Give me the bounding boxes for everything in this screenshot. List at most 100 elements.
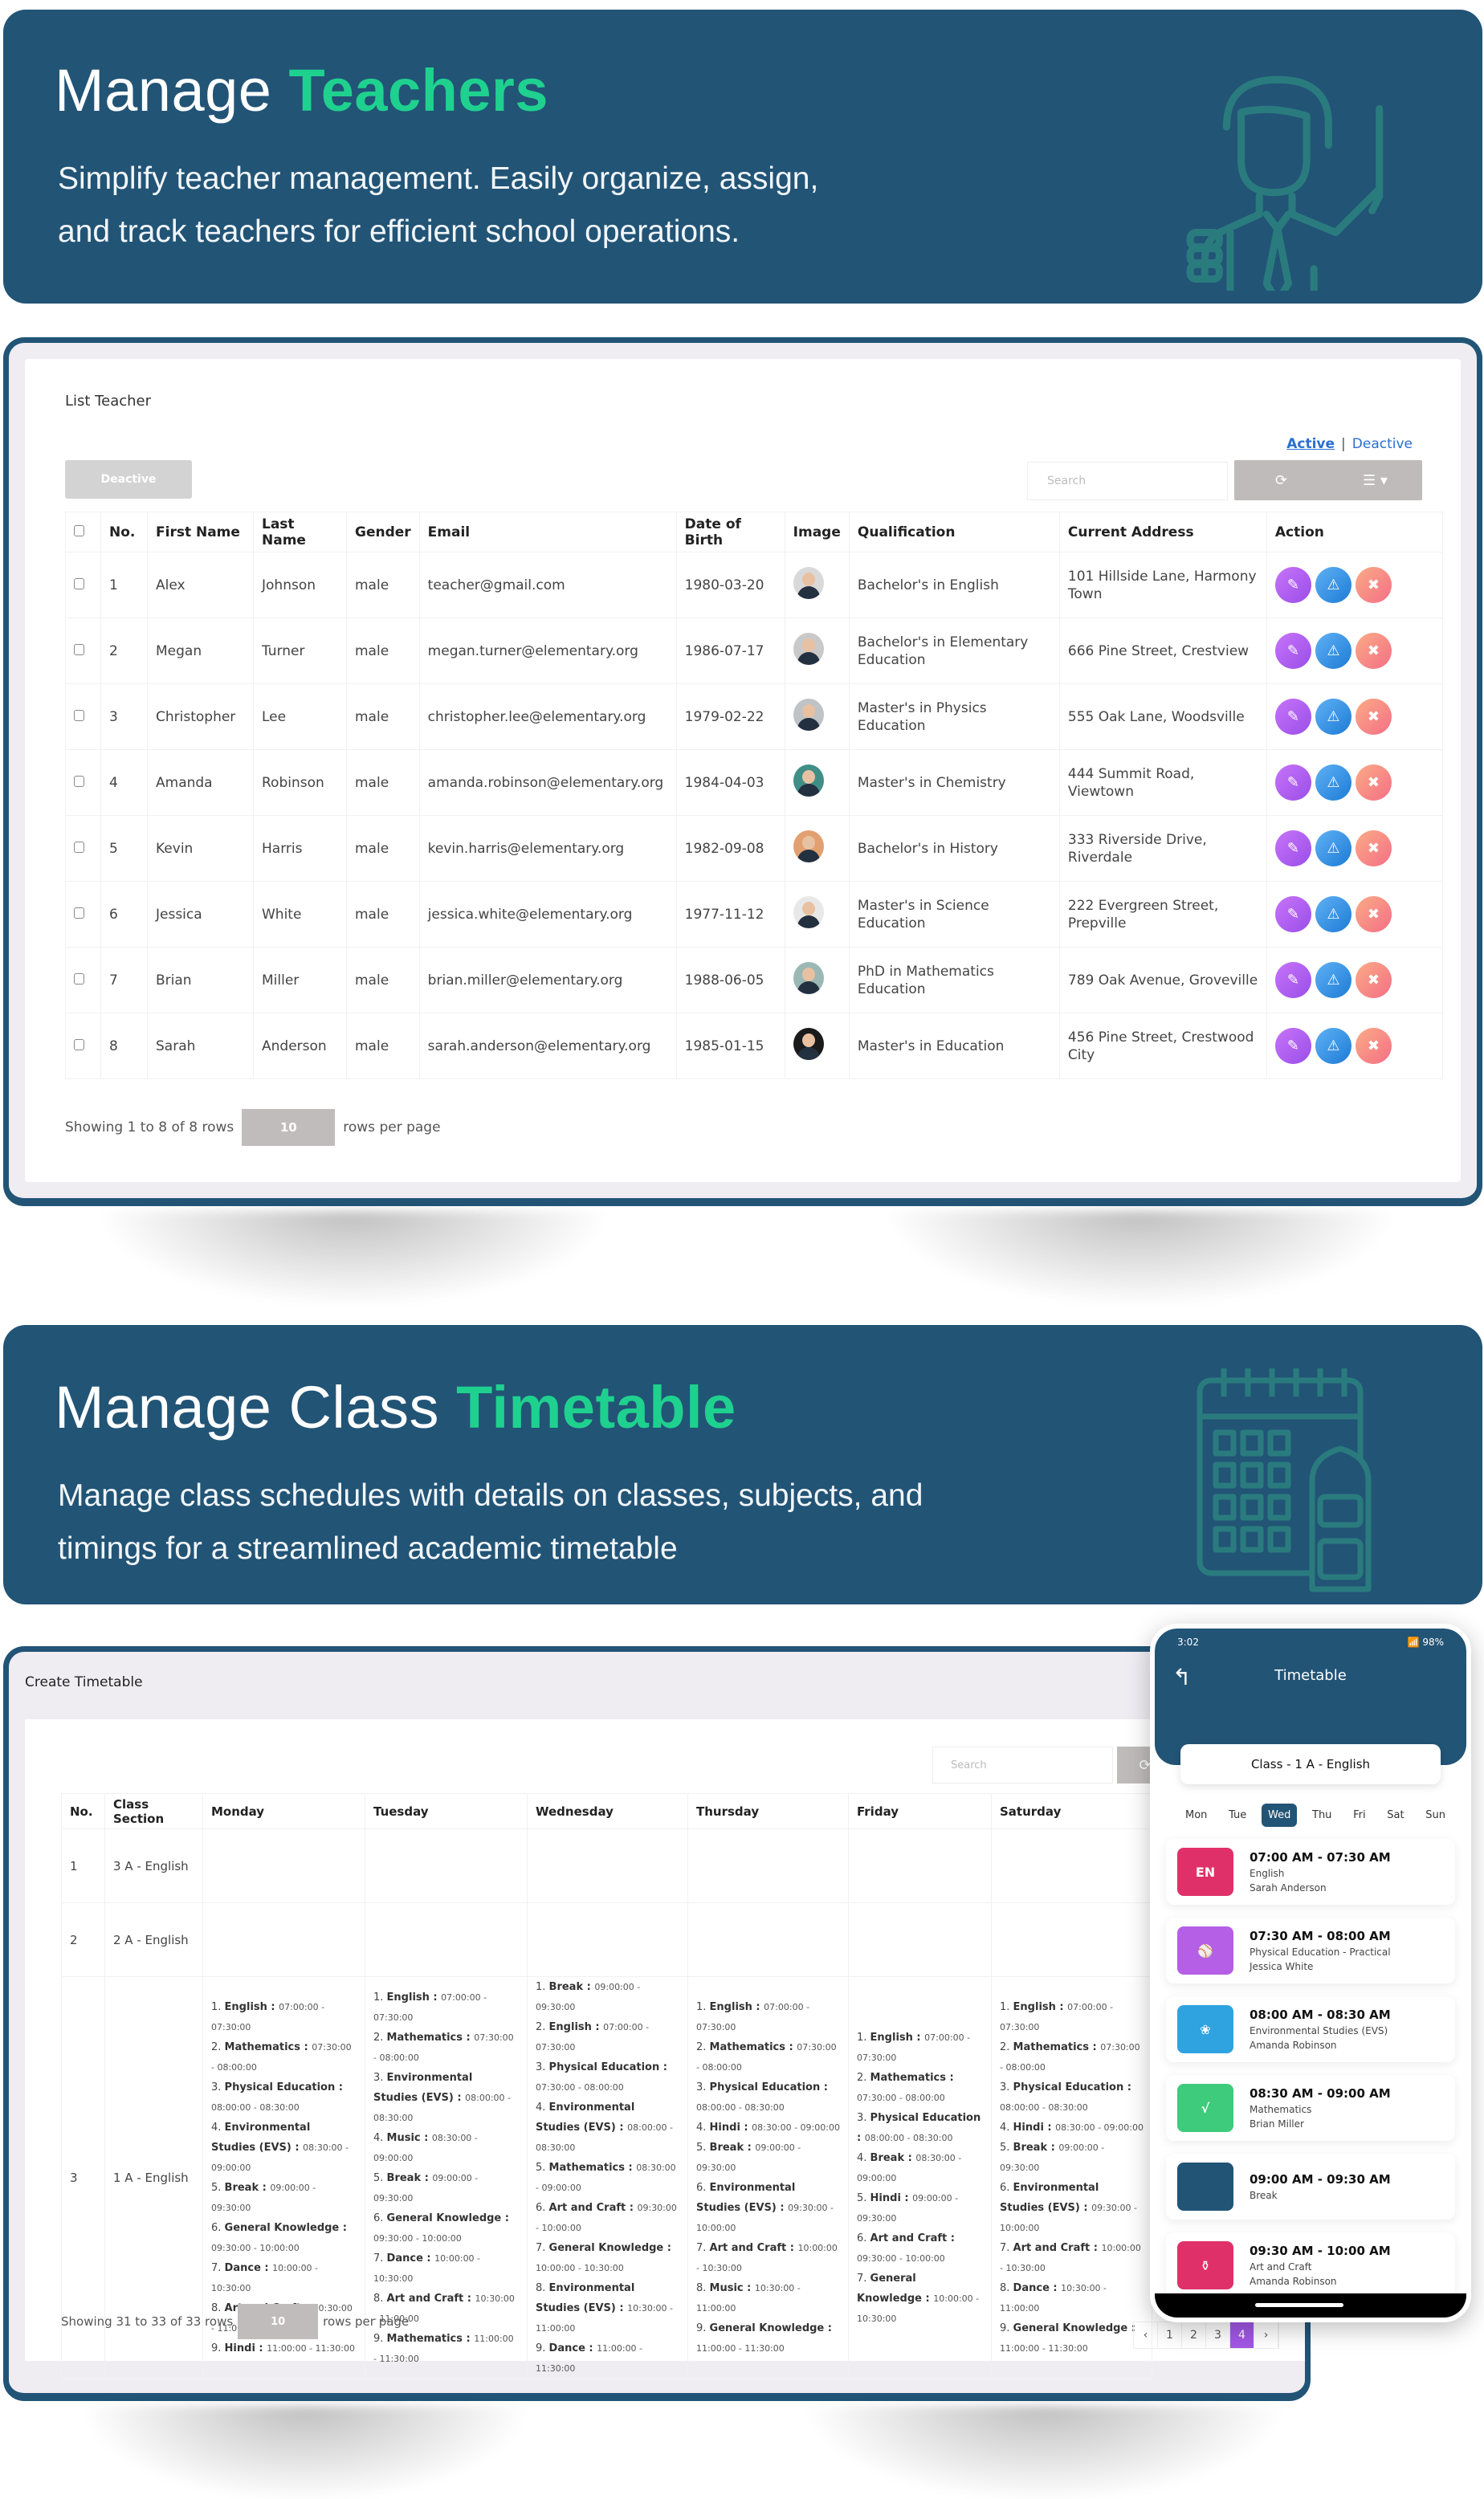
schedule-card[interactable]: ⚱ 09:30 AM - 10:00 AM Art and Craft Amanda … xyxy=(1166,2232,1455,2298)
deactivate-button[interactable]: ⚠ xyxy=(1315,699,1352,735)
current-address: 333 Riverside Drive, Riverdale xyxy=(1058,815,1267,882)
delete-button[interactable]: ✖ xyxy=(1355,896,1392,932)
page-button[interactable]: 1 xyxy=(1158,2322,1182,2348)
period-subject: Art and Craft xyxy=(1013,2242,1091,2254)
edit-button[interactable]: ✎ xyxy=(1274,699,1311,735)
col-header[interactable]: Wednesday xyxy=(527,1793,688,1829)
columns-button[interactable]: ☰ ▾ xyxy=(1328,460,1422,500)
period-separator: : xyxy=(429,1991,442,2004)
page-size-select[interactable]: 10 xyxy=(238,2304,319,2339)
delete-button[interactable]: ✖ xyxy=(1355,962,1392,998)
period-separator: : xyxy=(420,2131,432,2144)
row-checkbox[interactable] xyxy=(74,841,84,853)
deactive-button[interactable]: Deactive xyxy=(65,460,192,499)
col-header[interactable]: Current Address xyxy=(1058,512,1267,552)
deactivate-button[interactable]: ⚠ xyxy=(1315,1028,1352,1064)
page-button[interactable]: ‹ xyxy=(1134,2322,1158,2348)
class-selector[interactable]: Class - 1 A - English xyxy=(1180,1744,1441,1784)
deactive-link[interactable]: Deactive xyxy=(1352,436,1413,452)
col-header[interactable]: Image xyxy=(784,512,850,552)
teachers-banner-title: Manage Teachers xyxy=(55,56,548,124)
col-header[interactable]: First Name xyxy=(147,512,254,552)
select-all-checkbox[interactable] xyxy=(74,524,84,536)
period-entry: 7. General Knowledge : 10:00:00 - 10:30:… xyxy=(857,2269,983,2329)
col-header[interactable]: Tuesday xyxy=(365,1793,528,1829)
page-button[interactable]: 3 xyxy=(1206,2322,1230,2348)
english-book-icon: EN xyxy=(1177,1848,1233,1896)
delete-button[interactable]: ✖ xyxy=(1355,764,1392,801)
search-input[interactable]: Search xyxy=(1027,462,1228,500)
edit-button[interactable]: ✎ xyxy=(1274,896,1311,932)
schedule-card[interactable]: √ 08:30 AM - 09:00 AM Mathematics Brian Mil… xyxy=(1166,2075,1455,2141)
col-header[interactable]: Qualification xyxy=(848,512,1060,552)
col-header[interactable]: Saturday xyxy=(991,1793,1152,1829)
deactivate-button[interactable]: ⚠ xyxy=(1315,830,1352,866)
delete-button[interactable]: ✖ xyxy=(1355,1028,1392,1064)
period-subject: English xyxy=(709,2001,752,2013)
search-input[interactable]: Search xyxy=(932,1747,1113,1784)
delete-button[interactable]: ✖ xyxy=(1355,567,1392,603)
period-separator: : xyxy=(300,2041,312,2053)
delete-button[interactable]: ✖ xyxy=(1355,830,1392,866)
schedule-card[interactable]: ❀ 08:00 AM - 08:30 AM Environmental Studie… xyxy=(1166,1996,1455,2062)
period-separator: : xyxy=(255,2342,267,2354)
row-checkbox[interactable] xyxy=(74,907,84,919)
edit-button[interactable]: ✎ xyxy=(1274,764,1311,801)
edit-button[interactable]: ✎ xyxy=(1274,1028,1311,1064)
deactivate-button[interactable]: ⚠ xyxy=(1315,633,1352,669)
col-header[interactable]: Date of Birth xyxy=(675,512,785,552)
row-checkbox[interactable] xyxy=(74,643,84,655)
period-separator: : xyxy=(421,2171,433,2184)
row-checkbox[interactable] xyxy=(74,775,84,787)
row-checkbox[interactable] xyxy=(74,1038,84,1050)
page-size-select[interactable]: 10 xyxy=(242,1109,336,1146)
day-tab[interactable]: Tue xyxy=(1222,1804,1253,1827)
col-header[interactable]: No. xyxy=(100,512,148,552)
col-header[interactable]: No. xyxy=(61,1793,105,1829)
period-entry: 8. Music : 10:30:00 - 11:00:00 xyxy=(696,2278,840,2318)
slot-time: 07:30 AM - 08:00 AM xyxy=(1250,1929,1391,1943)
edit-button[interactable]: ✎ xyxy=(1274,633,1311,669)
day-tab[interactable]: Wed xyxy=(1261,1804,1298,1827)
day-cell: 1. English : 07:00:00 - 07:30:00 2. Mathe… xyxy=(687,1976,849,2379)
active-link[interactable]: Active xyxy=(1286,436,1335,452)
deactivate-button[interactable]: ⚠ xyxy=(1315,764,1352,801)
col-header[interactable]: Gender xyxy=(346,512,420,552)
edit-button[interactable]: ✎ xyxy=(1274,830,1311,866)
delete-button[interactable]: ✖ xyxy=(1355,699,1392,735)
page-button[interactable]: 2 xyxy=(1182,2322,1206,2348)
period-number: 1. xyxy=(373,1991,384,2004)
deactivate-button[interactable]: ⚠ xyxy=(1315,962,1352,998)
col-header[interactable]: Class Section xyxy=(104,1793,203,1829)
col-header[interactable]: Email xyxy=(418,512,677,552)
phone-title: Timetable xyxy=(1274,1667,1347,1684)
page-button[interactable]: › xyxy=(1254,2322,1278,2348)
day-tab[interactable]: Sun xyxy=(1419,1804,1452,1827)
page-button[interactable]: 4 xyxy=(1230,2322,1254,2348)
row-checkbox[interactable] xyxy=(74,709,84,721)
day-tab[interactable]: Thu xyxy=(1306,1804,1338,1827)
row-checkbox[interactable] xyxy=(74,577,84,589)
schedule-card[interactable]: ⚾ 07:30 AM - 08:00 AM Physical Education -… xyxy=(1166,1918,1455,1983)
day-tab[interactable]: Sat xyxy=(1380,1804,1410,1827)
col-header[interactable]: Thursday xyxy=(687,1793,849,1829)
row-select-cell xyxy=(65,552,101,618)
edit-button[interactable]: ✎ xyxy=(1274,962,1311,998)
schedule-card[interactable]: 09:00 AM - 09:30 AM Break xyxy=(1166,2154,1455,2220)
day-tab[interactable]: Fri xyxy=(1347,1804,1372,1827)
col-header[interactable]: Monday xyxy=(202,1793,365,1829)
schedule-card[interactable]: EN 07:00 AM - 07:30 AM English Sarah Anders… xyxy=(1166,1839,1455,1905)
table-row: 5 Kevin Harris male kevin.harris@elementary.… xyxy=(65,815,1444,882)
col-header[interactable]: Last Name xyxy=(253,512,347,552)
row-checkbox[interactable] xyxy=(74,972,84,985)
day-tab[interactable]: Mon xyxy=(1179,1804,1213,1827)
delete-button[interactable]: ✖ xyxy=(1355,633,1392,669)
deactivate-button[interactable]: ⚠ xyxy=(1315,896,1352,932)
period-entry: 2. Mathematics : 07:30:00 - 08:00:00 xyxy=(211,2037,357,2077)
deactivate-button[interactable]: ⚠ xyxy=(1315,567,1352,603)
col-header[interactable]: Friday xyxy=(848,1793,992,1829)
refresh-button[interactable]: ⟳ xyxy=(1234,460,1328,500)
edit-button[interactable]: ✎ xyxy=(1274,567,1311,603)
period-separator: : xyxy=(912,2031,925,2044)
period-subject: Mathematics xyxy=(386,2031,463,2044)
